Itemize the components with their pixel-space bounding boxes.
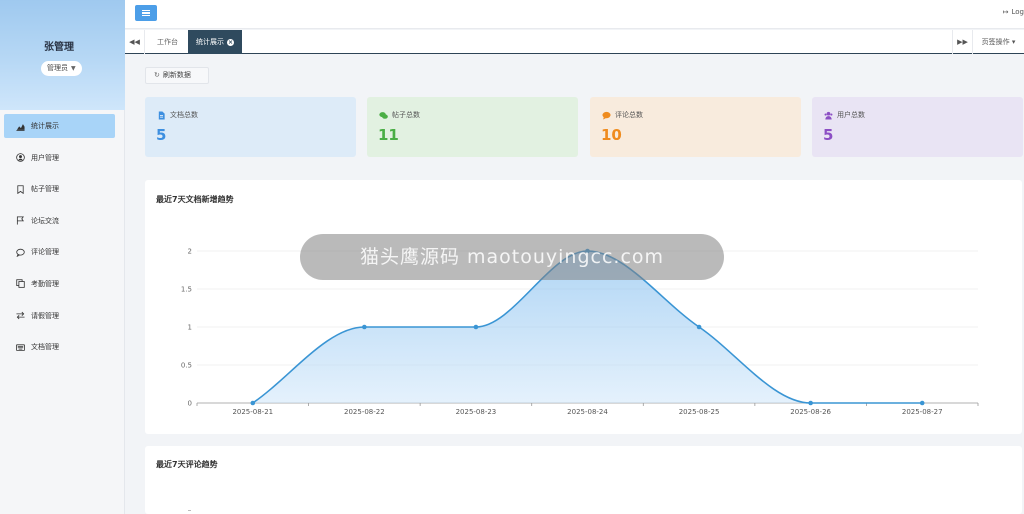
- sidebar-item-label: 请假管理: [31, 311, 59, 320]
- copy-icon: [15, 279, 25, 289]
- x-tick-label: 2025-08-24: [567, 408, 608, 416]
- sidebar-item-6[interactable]: 请假管理: [4, 304, 115, 328]
- sidebar-item-0[interactable]: 统计展示: [4, 114, 115, 138]
- data-point: [919, 400, 925, 406]
- x-tick-label: 2025-08-22: [344, 408, 385, 416]
- x-tick-label: 2025-08-23: [456, 408, 497, 416]
- area-chart-icon: [15, 121, 25, 131]
- tab-operations-label: 页签操作: [981, 38, 1010, 46]
- comment-icon: [601, 110, 611, 120]
- tab-scroll-right-button[interactable]: ▶▶: [952, 30, 972, 54]
- sidebar-item-label: 用户管理: [31, 153, 59, 162]
- top-bar: ↦ Log: [125, 0, 1024, 29]
- user-circle-icon: [15, 153, 25, 163]
- stat-value: 5: [156, 126, 167, 144]
- role-label: 管理员: [47, 64, 68, 72]
- user-name: 张管理: [44, 42, 74, 53]
- logout-link[interactable]: ↦ Log: [1003, 8, 1024, 16]
- caret-down-icon: ▼: [71, 65, 76, 72]
- exchange-icon: [15, 311, 25, 321]
- refresh-data-button[interactable]: ↻ 刷新数据: [145, 67, 209, 84]
- stat-value: 10: [601, 126, 622, 144]
- sidebar-item-7[interactable]: 文档管理: [4, 335, 115, 359]
- chart-title: 最近7天评论趋势: [156, 460, 218, 469]
- role-dropdown[interactable]: 管理员 ▼: [41, 61, 82, 76]
- sidebar-item-1[interactable]: 用户管理: [4, 146, 115, 170]
- x-tick-label: 2025-08-21: [232, 408, 273, 416]
- tab-statistics[interactable]: 统计展示 ×: [188, 30, 242, 54]
- y-tick-label: 0.5: [181, 362, 192, 370]
- stat-value: 5: [823, 126, 834, 144]
- tab-operations-dropdown[interactable]: 页签操作 ▾: [972, 30, 1024, 54]
- sign-out-icon: ↦: [1002, 8, 1009, 16]
- logout-label: Log: [1011, 8, 1024, 16]
- stat-value: 11: [378, 126, 399, 144]
- stat-label: 用户总数: [837, 111, 865, 119]
- sidebar-item-label: 统计展示: [31, 122, 59, 130]
- axis-tick: [188, 510, 191, 511]
- flag-icon: [15, 216, 25, 226]
- document-trend-chart: 0 0.5 1 1.5 2 2025-08-21 2025-08-22 2025-08-23 2…: [181, 248, 979, 416]
- stat-card-documents: 文档总数 5: [145, 97, 356, 157]
- sidebar-menu: 统计展示用户管理帖子管理论坛交流评论管理考勤管理请假管理文档管理: [4, 114, 115, 367]
- tab-scroll-left-button[interactable]: ◀◀: [125, 30, 145, 54]
- x-tick-label: 2025-08-26: [790, 408, 831, 416]
- document-trend-panel: 最近7天文档新增趋势 0 0.5 1 1.5 2 2025-08-21 2025-08-22…: [145, 180, 1022, 434]
- stat-label: 帖子总数: [392, 111, 420, 119]
- sidebar-item-label: 帖子管理: [31, 185, 59, 194]
- menu-toggle-button[interactable]: [135, 5, 157, 21]
- sidebar-item-label: 论坛交流: [31, 216, 59, 225]
- sidebar-item-2[interactable]: 帖子管理: [4, 177, 115, 201]
- comment-icon: [15, 247, 25, 257]
- sidebar-item-4[interactable]: 评论管理: [4, 240, 115, 264]
- user-profile-panel: 张管理 管理员 ▼: [0, 0, 125, 110]
- sidebar: 张管理 管理员 ▼ 统计展示用户管理帖子管理论坛交流评论管理考勤管理请假管理文档管…: [0, 0, 125, 514]
- file-icon: [156, 110, 166, 120]
- comment-trend-panel: 最近7天评论趋势: [145, 446, 1022, 514]
- data-point: [473, 324, 479, 330]
- hamburger-icon: [142, 10, 150, 16]
- close-tab-icon[interactable]: ×: [227, 39, 234, 46]
- sidebar-item-label: 评论管理: [31, 248, 59, 257]
- x-tick-label: 2025-08-25: [679, 408, 720, 416]
- sidebar-item-5[interactable]: 考勤管理: [4, 272, 115, 296]
- sidebar-item-label: 文档管理: [31, 343, 59, 352]
- comments-icon: [378, 110, 388, 120]
- bookmark-icon: [15, 184, 25, 194]
- stat-card-users: 用户总数 5: [812, 97, 1023, 157]
- tab-bar: ◀◀ 工作台 统计展示 × ▶▶ 页签操作 ▾: [125, 30, 1024, 54]
- sidebar-item-3[interactable]: 论坛交流: [4, 209, 115, 233]
- stat-card-comments: 评论总数 10: [590, 97, 801, 157]
- stat-label: 评论总数: [615, 111, 643, 119]
- watermark-banner: 猫头鹰源码 maotouyingcc.com: [300, 234, 724, 280]
- stat-label: 文档总数: [170, 111, 198, 119]
- data-point: [808, 400, 813, 406]
- refresh-icon: ↻: [154, 71, 160, 79]
- data-point: [250, 400, 256, 406]
- y-tick-label: 1: [188, 324, 192, 332]
- refresh-label: 刷新数据: [162, 71, 191, 79]
- y-tick-label: 1.5: [181, 286, 192, 294]
- tab-workbench[interactable]: 工作台: [149, 30, 186, 54]
- y-tick-label: 0: [188, 400, 192, 408]
- y-tick-label: 2: [188, 248, 192, 256]
- data-point: [362, 324, 367, 330]
- sidebar-item-label: 考勤管理: [31, 279, 59, 288]
- keyboard-icon: [15, 342, 25, 352]
- users-icon: [823, 110, 833, 120]
- tab-statistics-label: 统计展示: [196, 38, 224, 46]
- stat-card-posts: 帖子总数 11: [367, 97, 578, 157]
- data-point: [696, 324, 702, 330]
- x-tick-label: 2025-08-27: [902, 408, 943, 416]
